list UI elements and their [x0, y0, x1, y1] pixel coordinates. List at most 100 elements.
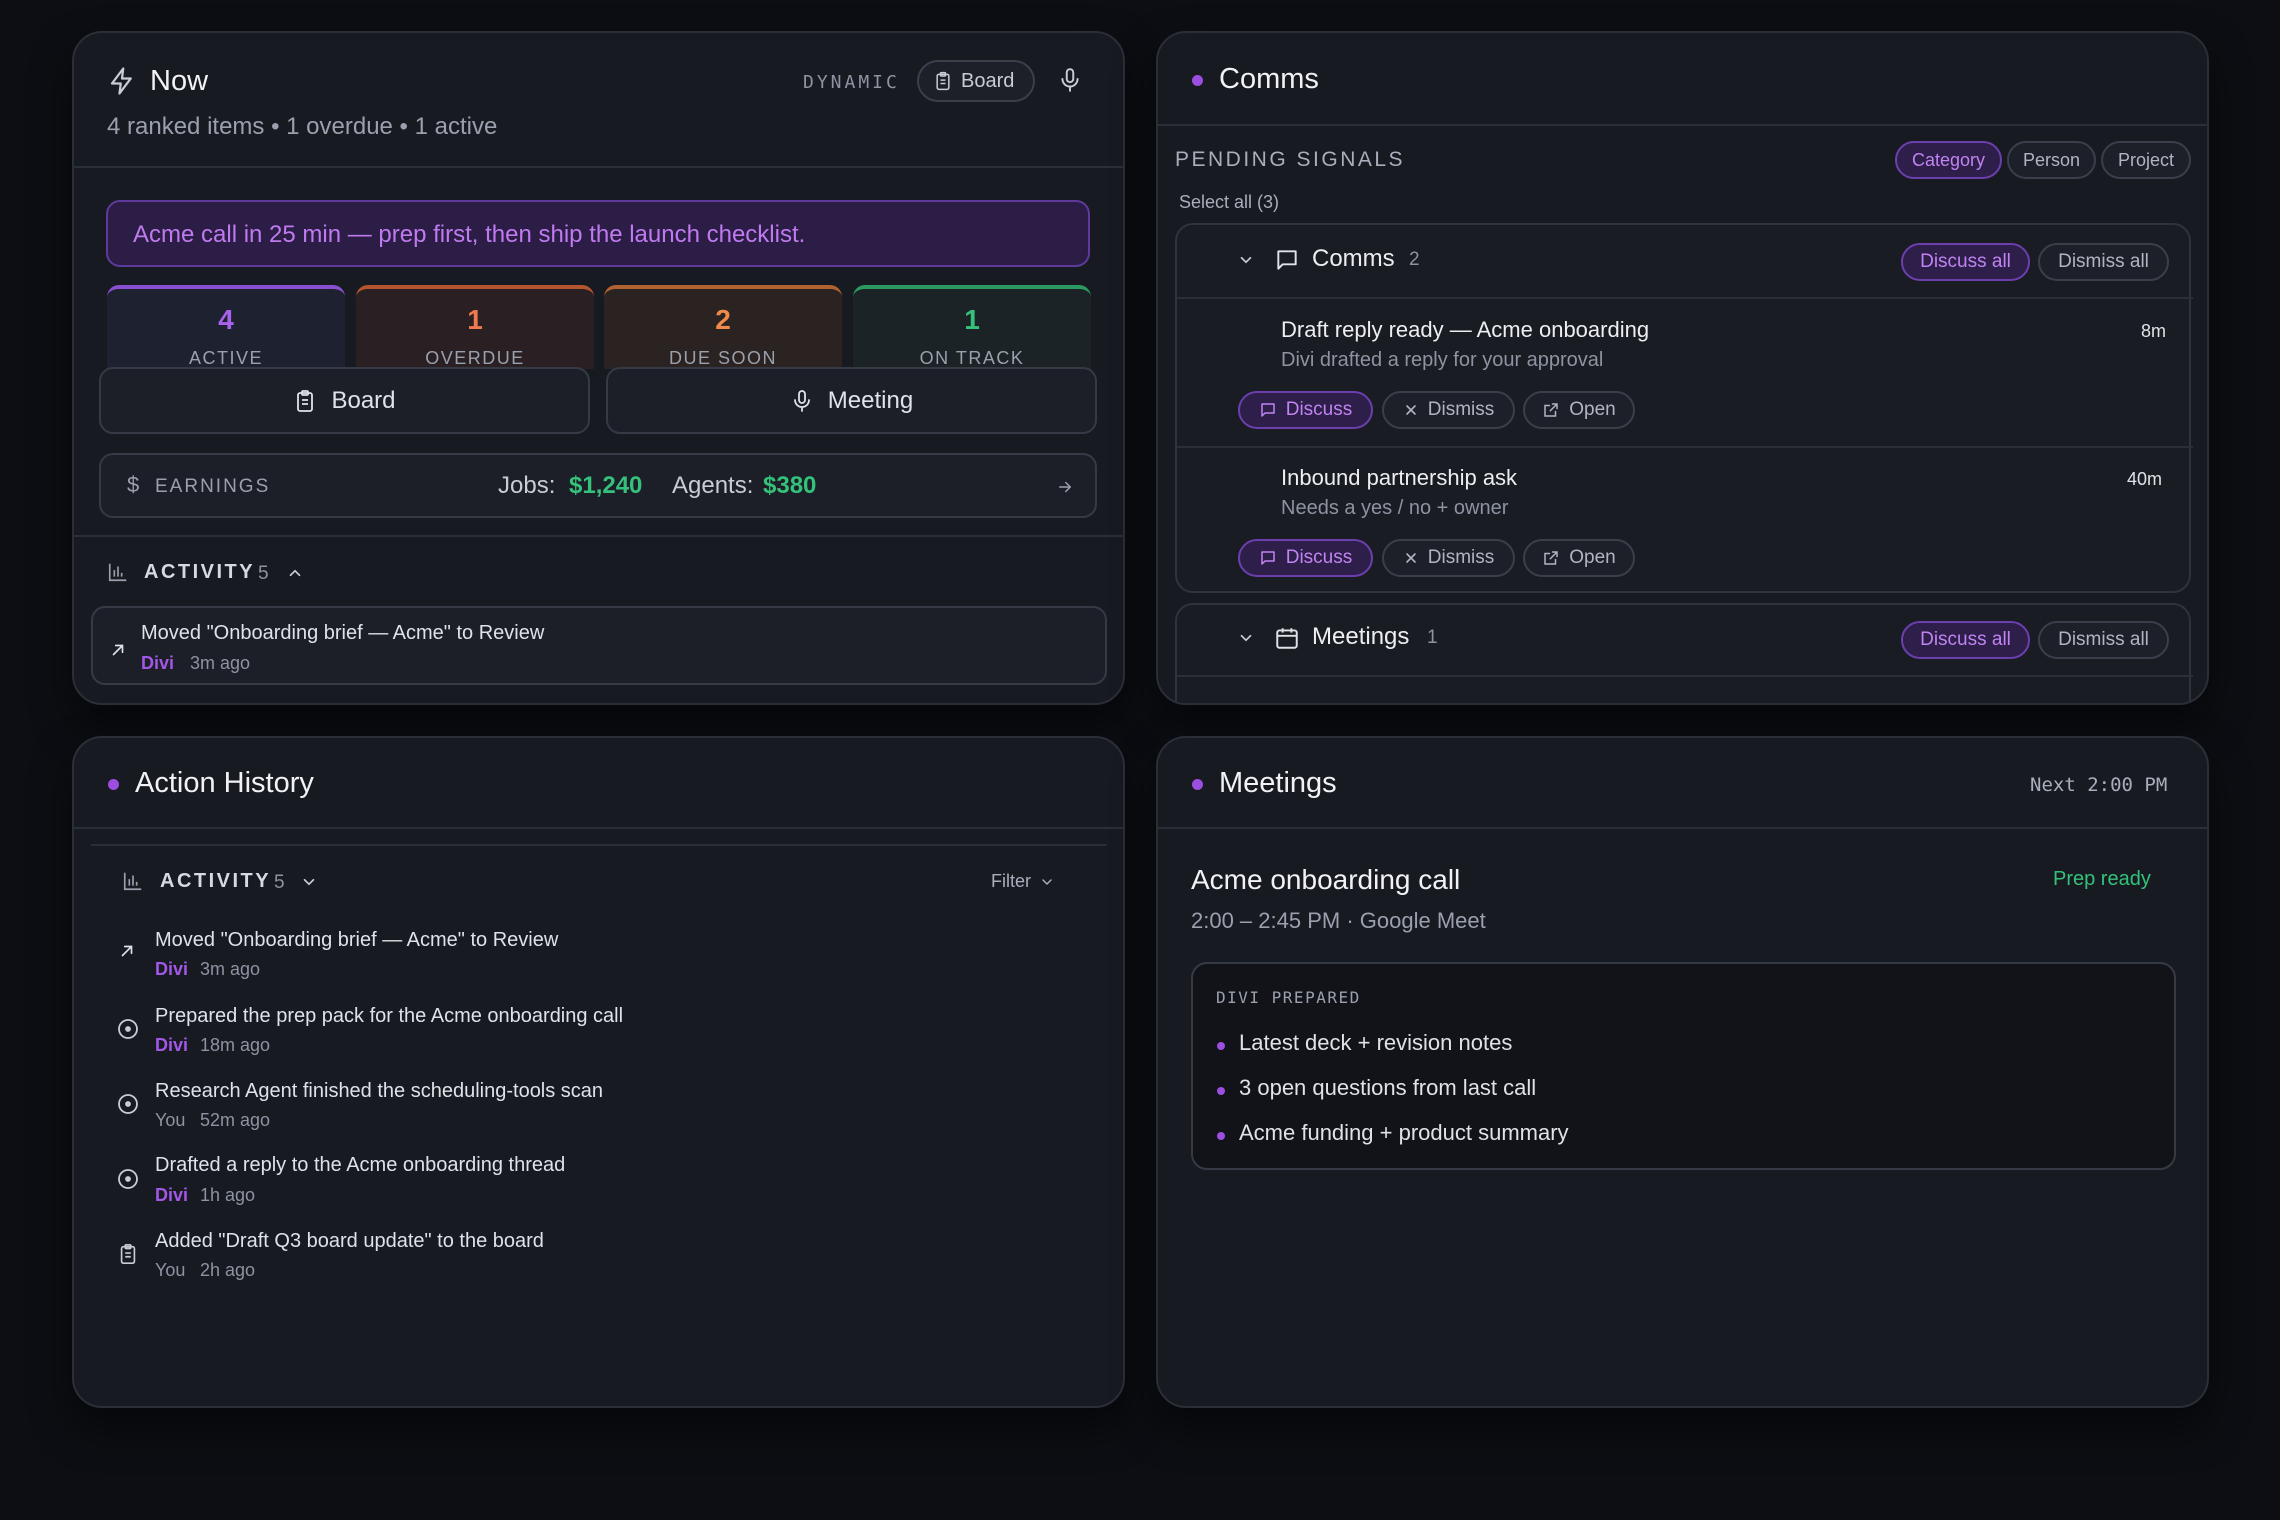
- filter-person[interactable]: Person: [2007, 141, 2096, 179]
- meeting-title[interactable]: Acme onboarding call: [1191, 864, 1460, 896]
- dismiss-label: Dismiss: [1427, 547, 1495, 568]
- history-divider-2: [91, 844, 1107, 846]
- arrow-right-icon: [1056, 478, 1074, 496]
- history-item-who: Divi: [155, 959, 189, 979]
- discuss-button[interactable]: Discuss: [1238, 391, 1373, 429]
- signal-subtitle: Divi drafted a reply for your approval: [1281, 349, 1604, 371]
- bullet-dot: [1217, 1042, 1225, 1050]
- prep-bullet: Acme funding + product summary: [1239, 1120, 1569, 1145]
- stat-on-track-label: ON TRACK: [919, 348, 1025, 368]
- history-item-text[interactable]: Moved "Onboarding brief — Acme" to Revie…: [155, 929, 558, 952]
- stat-active-value: 4: [218, 304, 234, 335]
- discuss-label: Discuss: [1285, 547, 1353, 568]
- filter-button[interactable]: Filter: [991, 871, 1055, 892]
- activity-item-text: Moved "Onboarding brief — Acme" to Revie…: [141, 622, 545, 644]
- group-comms: Comms 2 Discuss all Dismiss all Draft re…: [1175, 223, 2193, 593]
- close-icon: [1403, 402, 1419, 418]
- status-dot: [1192, 75, 1203, 86]
- arrow-up-right-icon: [118, 942, 136, 960]
- signal-time: 8m: [2141, 321, 2167, 341]
- board-button-label: Board: [331, 386, 396, 414]
- chevron-down-icon[interactable]: [1237, 629, 1255, 647]
- now-panel: Now 4 ranked items • 1 overdue • 1 activ…: [72, 31, 1125, 705]
- signal-title[interactable]: Inbound partnership ask: [1281, 465, 1517, 491]
- bullet-dot: [1217, 1132, 1225, 1140]
- stat-overdue[interactable]: 1 OVERDUE: [356, 285, 594, 369]
- prep-status-badge: Prep ready: [2053, 868, 2151, 890]
- earnings-label: EARNINGS: [155, 476, 271, 497]
- chevron-up-icon[interactable]: [286, 564, 304, 582]
- signal-title[interactable]: Draft reply ready — Acme onboarding: [1281, 317, 1649, 343]
- stat-active[interactable]: 4 ACTIVE: [107, 285, 345, 369]
- now-subtitle: 4 ranked items • 1 overdue • 1 active: [107, 113, 498, 140]
- discuss-button[interactable]: Discuss: [1238, 539, 1373, 577]
- board-button[interactable]: Board: [99, 367, 590, 434]
- dollar-icon: $: [127, 472, 140, 497]
- item-divider: [1177, 446, 2193, 448]
- earnings-row[interactable]: $ EARNINGS Jobs: $1,240 Agents: $380: [99, 453, 1097, 518]
- chevron-down-icon: [1039, 874, 1055, 890]
- history-item-ago: 18m ago: [200, 1035, 271, 1055]
- filter-category[interactable]: Category: [1895, 141, 2002, 179]
- chevron-down-icon[interactable]: [1237, 251, 1255, 269]
- filter-project[interactable]: Project: [2101, 141, 2191, 179]
- open-button[interactable]: Open: [1523, 391, 1635, 429]
- group-meetings-name: Meetings: [1312, 623, 1410, 650]
- bar-chart-icon: [122, 870, 144, 892]
- signal-subtitle: Needs a yes / no + owner: [1281, 497, 1509, 519]
- discuss-all-button[interactable]: Discuss all: [1901, 243, 2030, 281]
- group-divider: [1177, 297, 2193, 299]
- activity-item[interactable]: Moved "Onboarding brief — Acme" to Revie…: [91, 606, 1107, 685]
- stat-overdue-label: OVERDUE: [425, 348, 525, 368]
- dismiss-all-button[interactable]: Dismiss all: [2038, 243, 2169, 281]
- prepared-label: DIVI PREPARED: [1216, 988, 1361, 1007]
- history-item-text[interactable]: Prepared the prep pack for the Acme onbo…: [155, 1005, 623, 1028]
- activity-label: ACTIVITY: [144, 561, 256, 583]
- meetings-divider: [1158, 827, 2207, 829]
- signal-time: 40m: [2127, 469, 2163, 489]
- clipboard-icon: [933, 70, 953, 92]
- open-label: Open: [1569, 399, 1616, 420]
- stat-due-soon[interactable]: 2 DUE SOON: [604, 285, 842, 369]
- stat-due-soon-label: DUE SOON: [668, 348, 777, 368]
- group-meetings-count: 1: [1427, 627, 1438, 648]
- history-item-text[interactable]: Added "Draft Q3 board update" to the boa…: [155, 1230, 544, 1253]
- dismiss-button[interactable]: Dismiss: [1382, 539, 1515, 577]
- agents-label: Agents:: [672, 472, 754, 499]
- close-icon: [1403, 550, 1419, 566]
- open-button[interactable]: Open: [1523, 539, 1635, 577]
- prep-bullet: 3 open questions from last call: [1239, 1075, 1537, 1100]
- history-title: Action History: [135, 767, 314, 799]
- now-divider-2: [74, 535, 1123, 537]
- meetings-panel: Meetings Next 2:00 PM Acme onboarding ca…: [1156, 736, 2209, 1408]
- activity-item-ago: 3m ago: [190, 653, 251, 673]
- history-item-ago: 1h ago: [200, 1185, 256, 1205]
- meeting-button-label: Meeting: [827, 386, 914, 414]
- history-item-who: Divi: [155, 1035, 189, 1055]
- history-item-who: You: [155, 1110, 186, 1130]
- chevron-down-icon[interactable]: [300, 873, 318, 891]
- comms-divider: [1158, 124, 2207, 126]
- history-item-text[interactable]: Research Agent finished the scheduling-t…: [155, 1080, 603, 1103]
- pending-signals-label: PENDING SIGNALS: [1175, 148, 1406, 171]
- discuss-all-button[interactable]: Discuss all: [1901, 621, 2030, 659]
- meeting-button[interactable]: Meeting: [606, 367, 1097, 434]
- message-icon: [1259, 549, 1277, 567]
- microphone-icon[interactable]: [1057, 66, 1083, 94]
- stat-on-track-value: 1: [964, 304, 980, 335]
- stat-on-track[interactable]: 1 ON TRACK: [853, 285, 1091, 369]
- select-all-link[interactable]: Select all (3): [1179, 192, 1279, 213]
- circle-dot-icon: [116, 1167, 140, 1191]
- dismiss-button[interactable]: Dismiss: [1382, 391, 1515, 429]
- dismiss-all-button[interactable]: Dismiss all: [2038, 621, 2169, 659]
- group-meetings: Meetings 1 Discuss all Dismiss all: [1175, 603, 2193, 703]
- clipboard-icon: [117, 1242, 139, 1266]
- meetings-title: Meetings: [1219, 767, 1337, 799]
- stat-active-label: ACTIVE: [188, 348, 263, 368]
- history-item-text[interactable]: Drafted a reply to the Acme onboarding t…: [155, 1154, 565, 1177]
- history-item-ago: 2h ago: [200, 1260, 256, 1280]
- clipboard-icon: [293, 387, 317, 415]
- prep-bullet: Latest deck + revision notes: [1239, 1030, 1513, 1055]
- board-toggle-button[interactable]: Board: [917, 60, 1035, 102]
- stat-due-soon-value: 2: [715, 304, 731, 335]
